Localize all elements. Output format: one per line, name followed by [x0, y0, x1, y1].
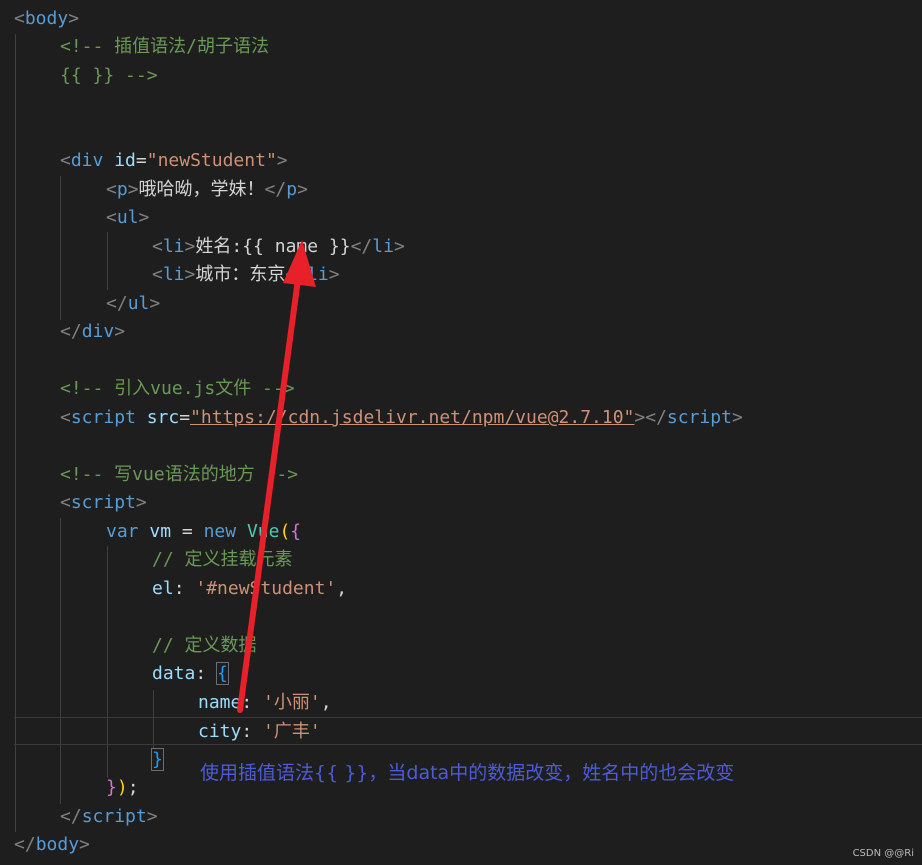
watermark: CSDN @@Ri	[852, 848, 914, 859]
red-arrow-annotation	[237, 240, 316, 713]
